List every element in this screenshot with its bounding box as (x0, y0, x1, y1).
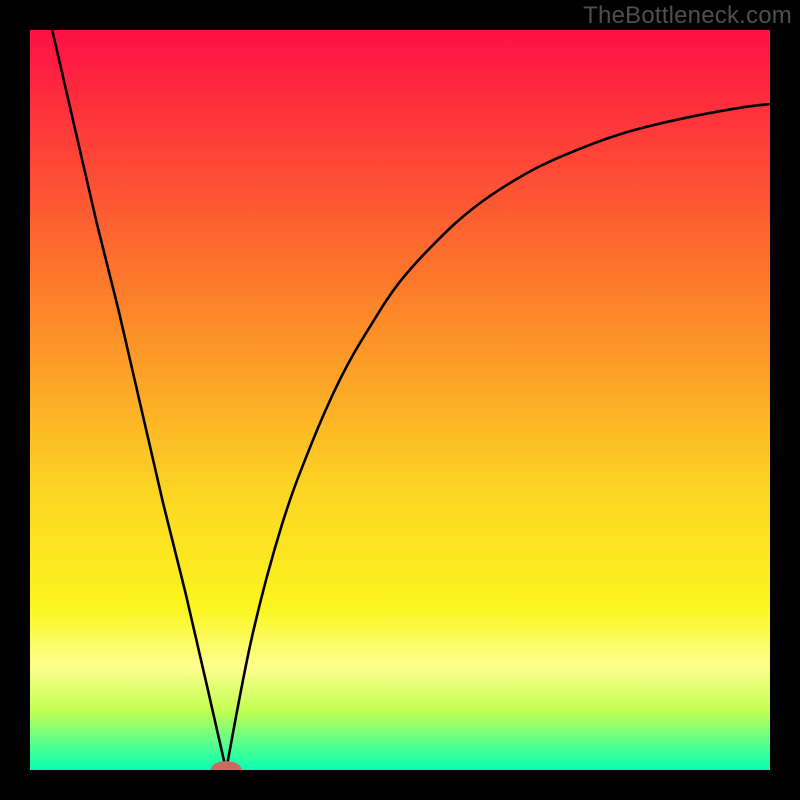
watermark-text: TheBottleneck.com (583, 2, 792, 30)
bottleneck-plot (30, 30, 770, 770)
chart-frame: TheBottleneck.com (0, 0, 800, 800)
gradient-background (30, 30, 770, 770)
